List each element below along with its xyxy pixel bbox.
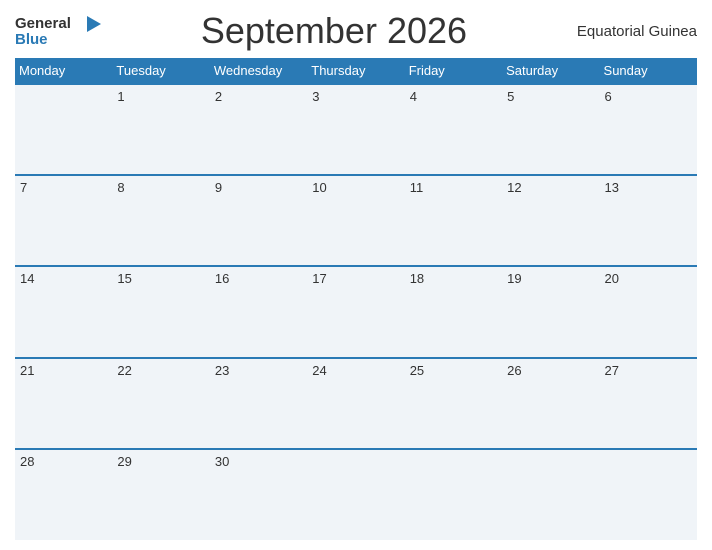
calendar-cell: 28	[15, 449, 112, 540]
calendar-week-4: 21 22 23 24 25 26 27	[15, 358, 697, 449]
calendar-header-row: MondayTuesdayWednesdayThursdayFridaySatu…	[15, 58, 697, 84]
calendar-cell: 16	[210, 266, 307, 357]
calendar-cell: 5	[502, 84, 599, 175]
calendar-cell: 10	[307, 175, 404, 266]
calendar-cell: 4	[405, 84, 502, 175]
calendar-cell: 11	[405, 175, 502, 266]
calendar-week-1: 1 2 3 4 5 6	[15, 84, 697, 175]
day-number: 30	[215, 454, 229, 469]
calendar-cell: 14	[15, 266, 112, 357]
calendar-cell	[15, 84, 112, 175]
day-number: 29	[117, 454, 131, 469]
day-number: 1	[117, 89, 124, 104]
country-label: Equatorial Guinea	[567, 23, 697, 40]
day-number: 16	[215, 271, 229, 286]
calendar-header: General Blue September 2026 Equatorial G…	[15, 10, 697, 52]
calendar-cell: 21	[15, 358, 112, 449]
day-number: 17	[312, 271, 326, 286]
day-number: 11	[410, 180, 424, 195]
day-number: 7	[20, 180, 27, 195]
day-number: 23	[215, 363, 229, 378]
logo-flag-icon	[73, 16, 101, 32]
day-number: 3	[312, 89, 319, 104]
calendar-cell: 2	[210, 84, 307, 175]
day-number: 4	[410, 89, 417, 104]
calendar-cell: 3	[307, 84, 404, 175]
day-number: 20	[605, 271, 619, 286]
day-number: 27	[605, 363, 619, 378]
day-number: 19	[507, 271, 521, 286]
day-number: 21	[20, 363, 34, 378]
calendar-cell: 17	[307, 266, 404, 357]
calendar-cell: 1	[112, 84, 209, 175]
day-number: 25	[410, 363, 424, 378]
calendar-cell: 13	[600, 175, 697, 266]
day-number: 5	[507, 89, 514, 104]
calendar-cell: 26	[502, 358, 599, 449]
day-number: 22	[117, 363, 131, 378]
day-number: 18	[410, 271, 424, 286]
day-number: 28	[20, 454, 34, 469]
calendar-cell	[405, 449, 502, 540]
calendar-cell: 20	[600, 266, 697, 357]
calendar-cell: 9	[210, 175, 307, 266]
calendar-cell	[600, 449, 697, 540]
day-number: 8	[117, 180, 124, 195]
day-header-friday: Friday	[405, 58, 502, 84]
day-number: 12	[507, 180, 521, 195]
day-number: 26	[507, 363, 521, 378]
day-number: 2	[215, 89, 222, 104]
day-number: 13	[605, 180, 619, 195]
calendar-cell: 8	[112, 175, 209, 266]
calendar-cell: 19	[502, 266, 599, 357]
day-number: 24	[312, 363, 326, 378]
calendar-week-2: 7 8 9 10 11 12 13	[15, 175, 697, 266]
logo: General Blue	[15, 16, 101, 47]
calendar-cell: 12	[502, 175, 599, 266]
calendar-cell: 15	[112, 266, 209, 357]
day-header-saturday: Saturday	[502, 58, 599, 84]
calendar-cell: 6	[600, 84, 697, 175]
day-header-thursday: Thursday	[307, 58, 404, 84]
calendar-cell: 22	[112, 358, 209, 449]
calendar-cell: 25	[405, 358, 502, 449]
day-number: 14	[20, 271, 34, 286]
day-number: 15	[117, 271, 131, 286]
calendar-table: MondayTuesdayWednesdayThursdayFridaySatu…	[15, 58, 697, 540]
logo-general-text: General	[15, 16, 71, 31]
day-header-tuesday: Tuesday	[112, 58, 209, 84]
calendar-cell: 23	[210, 358, 307, 449]
day-number: 6	[605, 89, 612, 104]
logo-blue-text: Blue	[15, 32, 48, 47]
day-number: 10	[312, 180, 326, 195]
calendar-cell: 18	[405, 266, 502, 357]
day-header-sunday: Sunday	[600, 58, 697, 84]
day-header-wednesday: Wednesday	[210, 58, 307, 84]
month-title: September 2026	[101, 10, 567, 52]
calendar-cell: 29	[112, 449, 209, 540]
day-number: 9	[215, 180, 222, 195]
calendar-cell: 24	[307, 358, 404, 449]
calendar-week-5: 28 29 30	[15, 449, 697, 540]
calendar-week-3: 14 15 16 17 18 19 20	[15, 266, 697, 357]
calendar-cell	[502, 449, 599, 540]
calendar-cell: 7	[15, 175, 112, 266]
calendar-cell: 27	[600, 358, 697, 449]
calendar-cell: 30	[210, 449, 307, 540]
day-header-monday: Monday	[15, 58, 112, 84]
calendar-cell	[307, 449, 404, 540]
